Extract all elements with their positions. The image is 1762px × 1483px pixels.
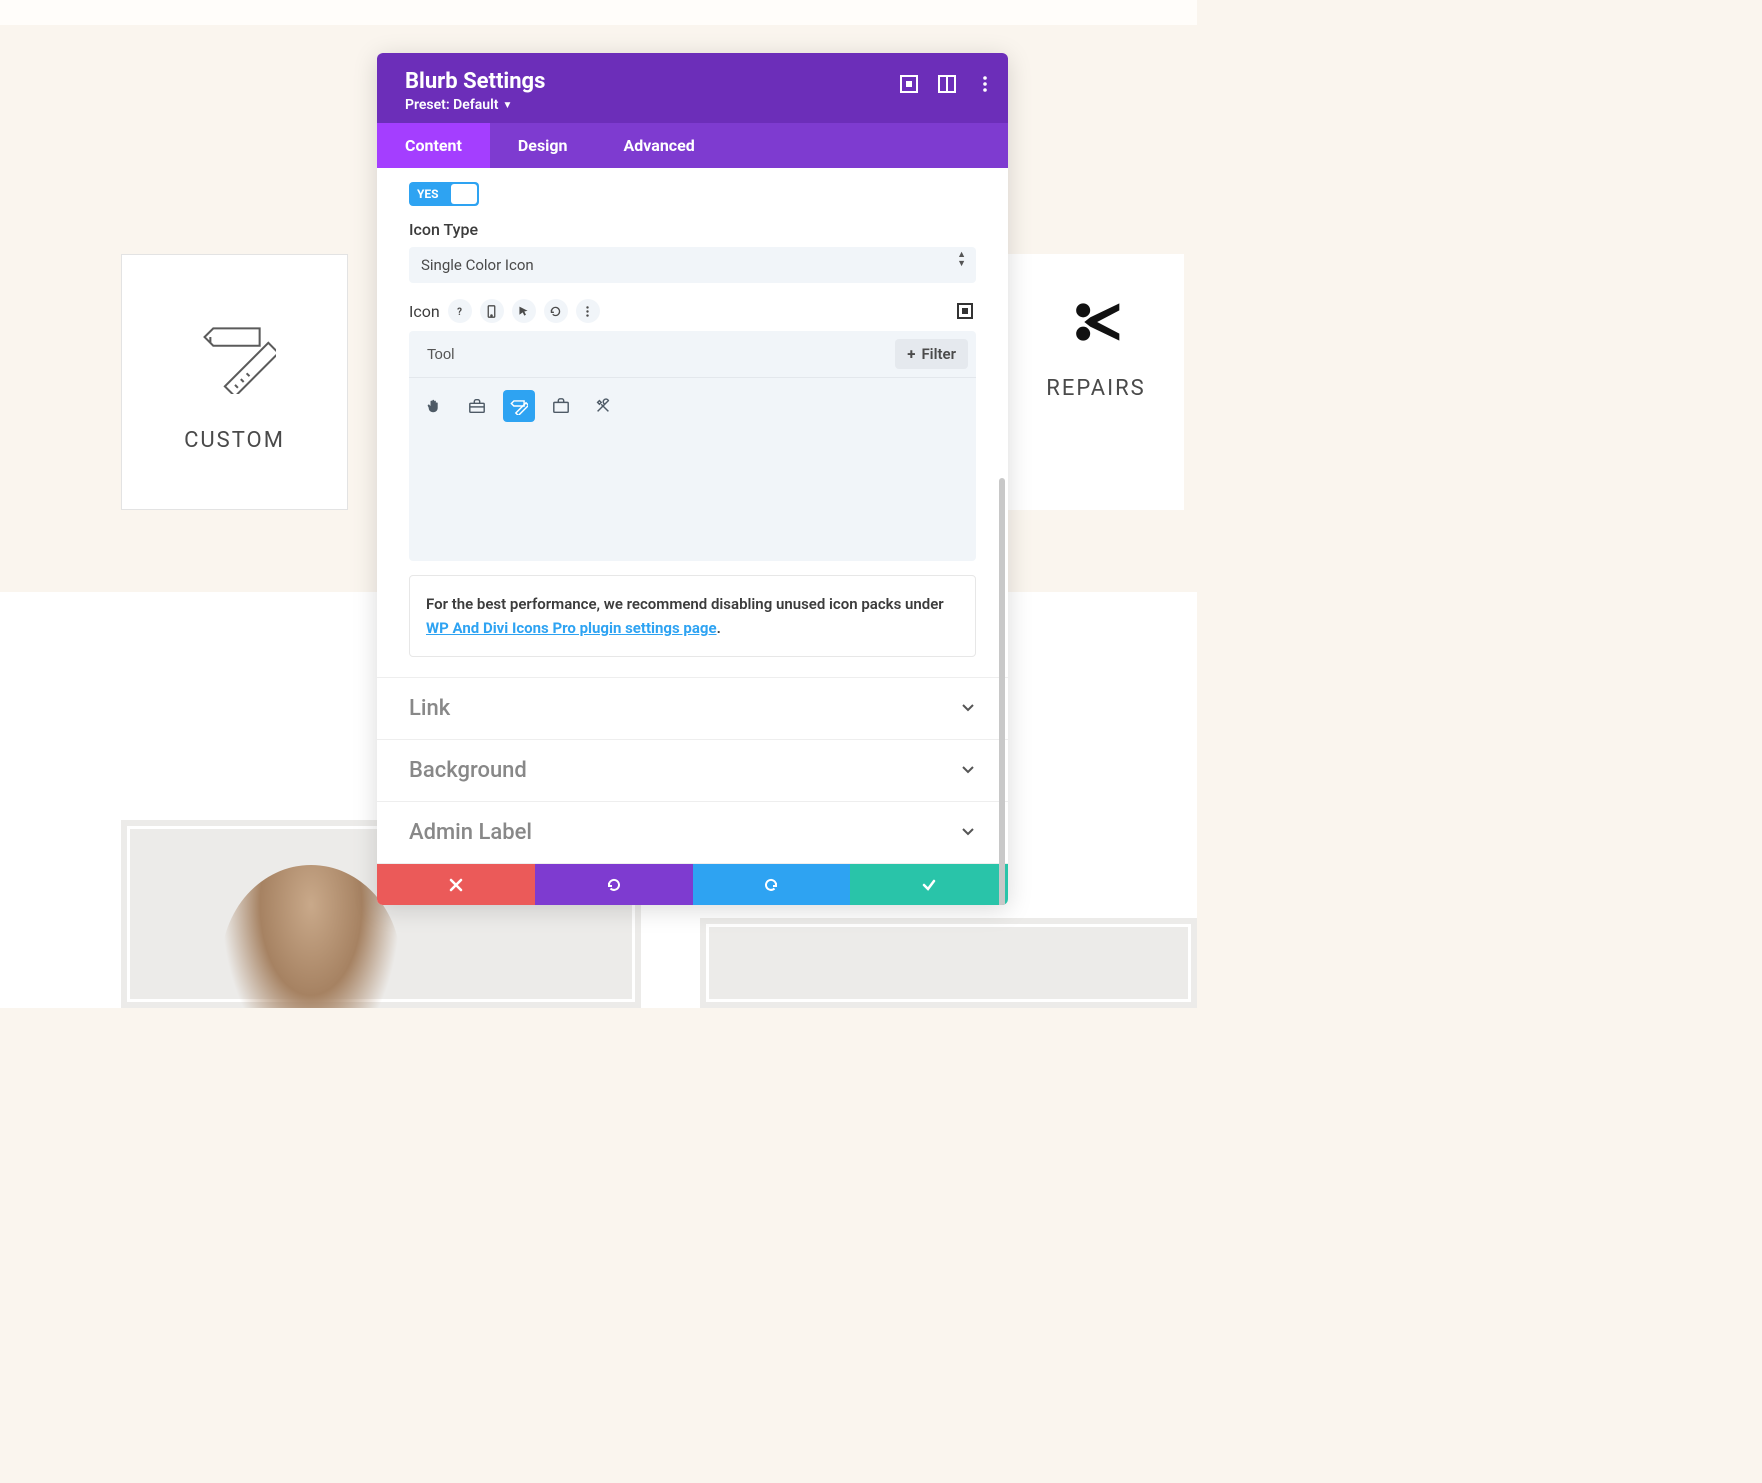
notice-suffix: .: [717, 619, 721, 637]
tab-content[interactable]: Content: [377, 123, 490, 168]
icon-picker: + Filter: [409, 331, 976, 561]
svg-text:?: ?: [457, 306, 462, 317]
toggle-label: YES: [417, 187, 439, 201]
icon-search-input[interactable]: [427, 346, 895, 363]
custom-card: CUSTOM: [121, 254, 348, 510]
pencil-ruler-cross-icon: [194, 312, 276, 398]
chevron-down-icon: [960, 758, 976, 783]
use-icon-toggle[interactable]: YES: [409, 182, 479, 206]
scissors-icon: [1068, 294, 1124, 354]
fullscreen-icon[interactable]: [954, 300, 976, 322]
mobile-icon[interactable]: [480, 299, 504, 323]
repairs-card-label: REPAIRS: [1046, 376, 1145, 401]
filter-label: Filter: [921, 345, 956, 363]
icon-option-toolbox[interactable]: [461, 390, 493, 422]
expand-icon[interactable]: [900, 75, 918, 93]
icon-option-briefcase[interactable]: [545, 390, 577, 422]
accordion-link-label: Link: [409, 696, 450, 721]
kebab-icon[interactable]: [976, 75, 994, 93]
icon-type-value: Single Color Icon: [421, 256, 534, 274]
plus-icon: +: [907, 345, 915, 363]
toggle-knob: [451, 184, 477, 204]
preset-selector[interactable]: Preset: Default ▼: [405, 97, 512, 113]
chevron-down-icon: [960, 696, 976, 721]
modal-header: Blurb Settings Preset: Default ▼: [377, 53, 1008, 123]
icon-type-select[interactable]: Single Color Icon ▲▼: [409, 247, 976, 283]
chevron-down-icon: [960, 820, 976, 845]
preset-label: Preset: Default: [405, 97, 498, 113]
save-button[interactable]: [850, 864, 1008, 905]
icon-option-hand[interactable]: [419, 390, 451, 422]
settings-tabs: Content Design Advanced: [377, 123, 1008, 168]
settings-page-link[interactable]: WP And Divi Icons Pro plugin settings pa…: [426, 619, 717, 637]
undo-button[interactable]: [535, 864, 693, 905]
blurb-settings-modal: Blurb Settings Preset: Default ▼ Content…: [377, 53, 1008, 905]
panel-scrollbar[interactable]: [999, 478, 1005, 905]
repairs-card: REPAIRS: [1008, 254, 1184, 510]
custom-card-label: CUSTOM: [184, 428, 285, 453]
icon-field-label: Icon: [409, 302, 440, 321]
tab-design[interactable]: Design: [490, 123, 596, 168]
accordion-background-label: Background: [409, 758, 527, 783]
accordion-admin-label-text: Admin Label: [409, 820, 532, 845]
more-options-icon[interactable]: [576, 299, 600, 323]
photo-placeholder-right: [700, 918, 1197, 1008]
page-top-band: [0, 0, 1197, 25]
modal-title: Blurb Settings: [405, 69, 980, 94]
performance-notice: For the best performance, we recommend d…: [409, 575, 976, 657]
cancel-button[interactable]: [377, 864, 535, 905]
accordion-background[interactable]: Background: [377, 740, 1008, 802]
help-icon[interactable]: ?: [448, 299, 472, 323]
hover-cursor-icon[interactable]: [512, 299, 536, 323]
accordion-admin-label[interactable]: Admin Label: [377, 802, 1008, 864]
redo-button[interactable]: [693, 864, 851, 905]
accordion-link[interactable]: Link: [377, 678, 1008, 740]
tab-advanced[interactable]: Advanced: [596, 123, 723, 168]
icon-option-tools-cross[interactable]: [503, 390, 535, 422]
select-arrows-icon: ▲▼: [957, 251, 966, 269]
panel-body: YES Icon Type Single Color Icon ▲▼ Icon …: [377, 168, 1008, 864]
icon-option-wrench-screwdriver[interactable]: [587, 390, 619, 422]
columns-icon[interactable]: [938, 75, 956, 93]
modal-footer: [377, 864, 1008, 905]
filter-button[interactable]: + Filter: [895, 339, 968, 369]
caret-down-icon: ▼: [502, 100, 512, 111]
notice-prefix: For the best performance, we recommend d…: [426, 595, 944, 613]
icon-type-label: Icon Type: [397, 220, 988, 247]
reset-icon[interactable]: [544, 299, 568, 323]
